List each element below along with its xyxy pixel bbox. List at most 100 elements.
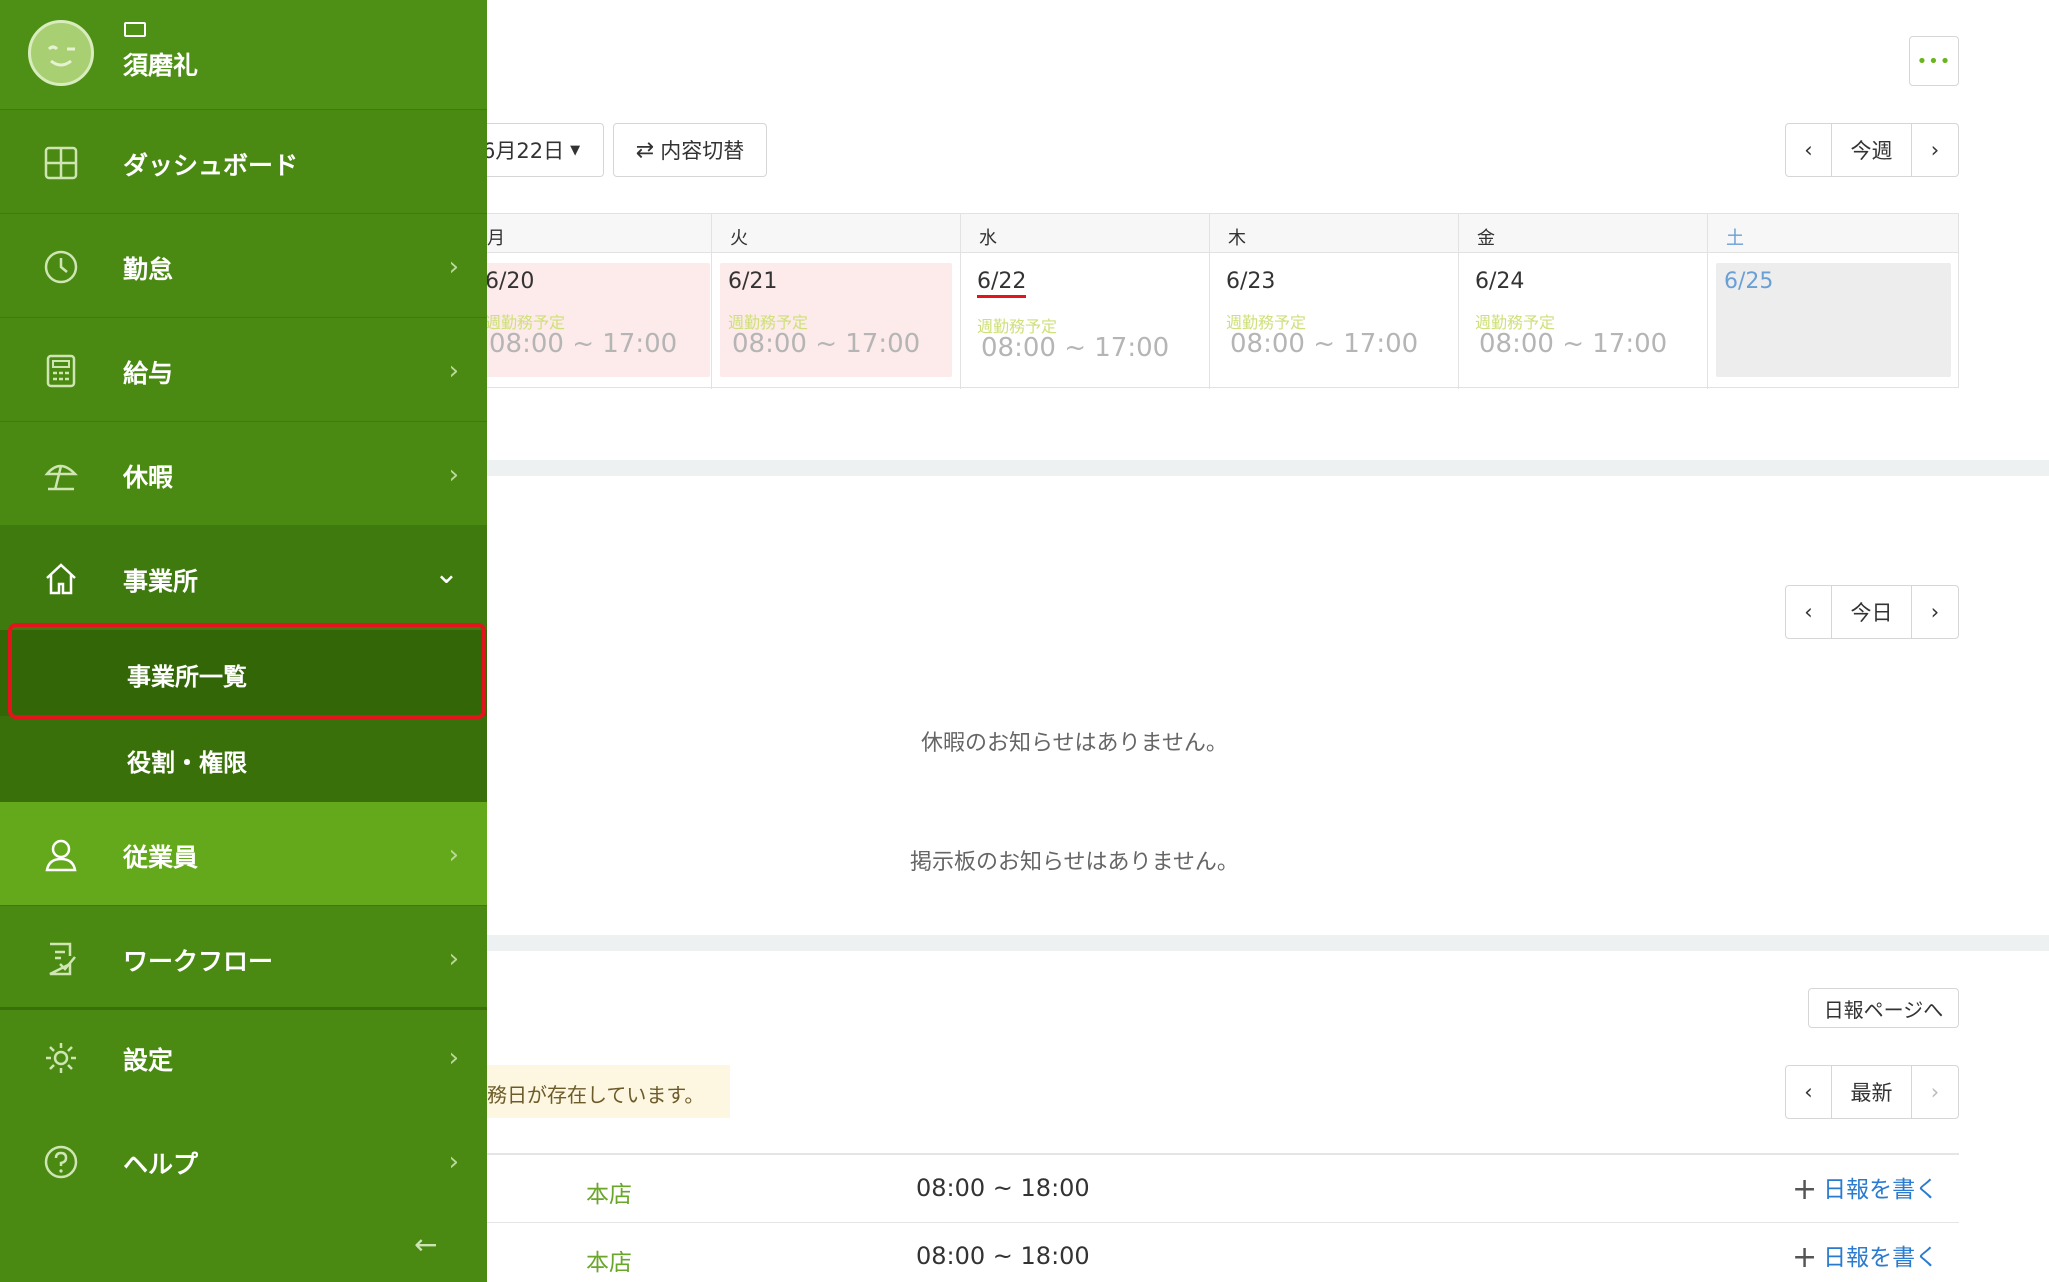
this-week-button[interactable]: 今週 (1831, 124, 1911, 176)
report-navigator: ‹ 最新 › (1785, 1065, 1959, 1119)
day-time: 08:00 ~ 17:00 (489, 329, 678, 359)
day-cell[interactable]: 6/24 週勤務予定 08:00 ~ 17:00 (1467, 263, 1699, 377)
sidebar: 須磨礼 ダッシュボード 勤怠 › 給与 › 休暇 › 事業所 ⌄ 事業所一覧 役… (0, 0, 487, 1282)
home-icon (46, 563, 76, 595)
section-divider (487, 460, 2049, 476)
day-cell[interactable]: 6/25 (1716, 263, 1951, 377)
sidebar-item-workflow[interactable]: ワークフロー › (0, 906, 487, 1010)
day-date: 6/23 (1226, 269, 1276, 294)
day-column-mon: 月 6/20 週勤務予定 08:00 ~ 17:00 (469, 214, 718, 389)
day-date: 6/24 (1475, 269, 1525, 294)
write-report-label: 日報を書く (1823, 1245, 1939, 1271)
chevron-right-icon: › (448, 252, 459, 282)
switch-content-label: 内容切替 (660, 139, 745, 163)
week-schedule-grid: 月 6/20 週勤務予定 08:00 ~ 17:00 火 6/21 週勤務予定 … (477, 213, 1959, 389)
day-header: 月 (487, 228, 505, 249)
day-cell[interactable]: 6/20 週勤務予定 08:00 ~ 17:00 (477, 263, 710, 377)
sidebar-item-label: 従業員 (123, 843, 199, 872)
previous-report-button[interactable]: ‹ (1786, 1066, 1831, 1118)
day-header: 火 (730, 228, 748, 249)
sidebar-item-attendance[interactable]: 勤怠 › (0, 214, 487, 318)
today-button[interactable]: 今日 (1831, 586, 1911, 638)
week-navigator: ‹ 今週 › (1785, 123, 1959, 177)
day-time: 08:00 ~ 17:00 (1230, 329, 1419, 359)
caret-down-icon: ▼ (570, 142, 581, 158)
write-report-link[interactable]: + 日報を書く (1792, 1170, 1938, 1207)
calculator-icon (46, 354, 76, 388)
table-divider (487, 1222, 1959, 1223)
sidebar-item-label: 休暇 (123, 463, 174, 492)
sidebar-item-label: 事業所 (123, 567, 199, 596)
day-column-tue: 火 6/21 週勤務予定 08:00 ~ 17:00 (711, 214, 960, 389)
row-store: 本店 (586, 1182, 632, 1208)
day-cell-today[interactable]: 6/22 週勤務予定 08:00 ~ 17:00 (969, 263, 1201, 377)
write-report-link[interactable]: + 日報を書く (1792, 1238, 1938, 1275)
more-options-button[interactable]: ••• (1909, 36, 1959, 86)
sidebar-item-employees[interactable]: 従業員 › (0, 802, 487, 906)
sidebar-item-leave[interactable]: 休暇 › (0, 422, 487, 526)
help-icon (44, 1145, 78, 1179)
date-select[interactable]: 6月22日 ▼ (470, 123, 604, 177)
person-icon (45, 839, 77, 872)
clock-icon (44, 250, 78, 284)
swap-arrows-icon: ⇄ (635, 137, 655, 163)
chevron-right-icon: › (448, 1043, 459, 1073)
day-time: 08:00 ~ 17:00 (981, 333, 1170, 363)
day-navigator: ‹ 今日 › (1785, 585, 1959, 639)
table-divider (487, 1153, 1959, 1155)
board-notice-empty: 掲示板のお知らせはありません。 (910, 850, 1239, 875)
sidebar-item-dashboard[interactable]: ダッシュボード (0, 110, 487, 214)
chevron-right-icon: › (448, 460, 459, 490)
sidebar-item-label: ダッシュボード (123, 151, 299, 180)
daily-report-page-button[interactable]: 日報ページへ (1808, 988, 1959, 1028)
sidebar-subitem-label: 役割・権限 (127, 749, 247, 777)
sidebar-subitem-roles[interactable]: 役割・権限 (0, 716, 487, 802)
gear-icon (46, 1043, 76, 1073)
sidebar-item-settings[interactable]: 設定 › (0, 1005, 487, 1109)
checklist-icon (49, 942, 76, 976)
previous-week-button[interactable]: ‹ (1786, 124, 1831, 176)
next-day-button[interactable]: › (1911, 586, 1958, 638)
sidebar-item-label: 勤怠 (123, 255, 174, 284)
chevron-right-icon: › (448, 944, 459, 974)
beach-umbrella-icon (44, 464, 78, 491)
chevron-right-icon: › (448, 356, 459, 386)
plus-icon: + (1792, 1172, 1818, 1207)
row-time: 08:00 ~ 18:00 (916, 1174, 1090, 1202)
section-divider (487, 935, 2049, 951)
day-date: 6/21 (728, 269, 778, 294)
user-name: 須磨礼 (123, 51, 199, 80)
warning-notice: 務日が存在しています。 (487, 1065, 730, 1118)
day-date: 6/25 (1724, 269, 1774, 294)
user-profile[interactable]: 須磨礼 (0, 0, 487, 110)
day-cell[interactable]: 6/21 週勤務予定 08:00 ~ 17:00 (720, 263, 952, 377)
day-date: 6/20 (485, 269, 535, 294)
day-header: 金 (1477, 228, 1495, 249)
chevron-right-icon: › (448, 840, 459, 870)
day-cell[interactable]: 6/23 週勤務予定 08:00 ~ 17:00 (1218, 263, 1450, 377)
day-column-thu: 木 6/23 週勤務予定 08:00 ~ 17:00 (1209, 214, 1458, 389)
previous-day-button[interactable]: ‹ (1786, 586, 1831, 638)
next-week-button[interactable]: › (1911, 124, 1958, 176)
leave-notice-empty: 休暇のお知らせはありません。 (921, 731, 1228, 756)
sidebar-item-help[interactable]: ヘルプ › (0, 1109, 487, 1213)
chevron-down-icon: ⌄ (433, 556, 459, 591)
sidebar-item-office[interactable]: 事業所 ⌄ (0, 526, 487, 630)
next-report-button[interactable]: › (1911, 1066, 1958, 1118)
sidebar-item-label: ワークフロー (123, 947, 274, 976)
switch-content-button[interactable]: ⇄ 内容切替 (613, 123, 767, 177)
day-date-today: 6/22 (977, 269, 1027, 298)
day-time: 08:00 ~ 17:00 (1479, 329, 1668, 359)
sidebar-item-payroll[interactable]: 給与 › (0, 318, 487, 422)
collapse-sidebar-icon[interactable]: ← (414, 1228, 437, 1261)
plus-icon: + (1792, 1240, 1818, 1275)
sidebar-item-label: 設定 (123, 1046, 174, 1075)
chevron-right-icon: › (448, 1147, 459, 1177)
day-header: 木 (1228, 228, 1246, 249)
latest-button[interactable]: 最新 (1831, 1066, 1911, 1118)
day-header: 水 (979, 228, 997, 249)
day-column-sat: 土 6/25 (1707, 214, 1959, 389)
id-card-icon (124, 22, 146, 37)
dashboard-icon (44, 146, 78, 180)
sidebar-item-label: 給与 (123, 359, 174, 388)
